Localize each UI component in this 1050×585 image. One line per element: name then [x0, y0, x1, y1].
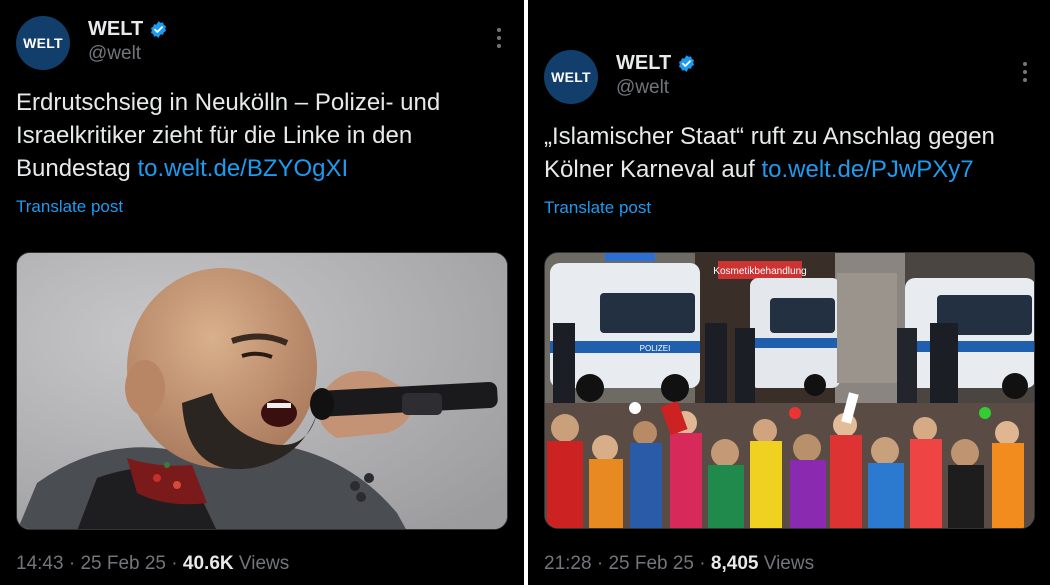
more-options-icon[interactable]	[1022, 62, 1028, 82]
avatar[interactable]: WELT	[544, 50, 598, 104]
post-text: „Islamischer Staat“ ruft zu Anschlag geg…	[528, 120, 1050, 186]
meta-separator: ·	[68, 553, 76, 574]
van-label: POLIZEI	[640, 344, 671, 353]
post-header: WELT WELT @welt	[0, 16, 524, 72]
police-van	[905, 278, 1034, 399]
views-label: Views	[238, 553, 290, 574]
views-count: 40.6K	[182, 553, 234, 574]
meta-separator: ·	[171, 553, 178, 574]
shop-sign: Kosmetikbehandlung	[713, 266, 806, 277]
views-count: 8,405	[710, 553, 759, 574]
post-text: Erdrutschsieg in Neukölln – Polizei- und…	[0, 86, 524, 185]
avatar[interactable]: WELT	[16, 16, 70, 70]
photo-man-singing-microphone	[17, 253, 507, 529]
post-time[interactable]: 21:28	[544, 553, 592, 574]
verified-badge-icon	[679, 55, 695, 72]
post-image[interactable]: Kosmetikbehandlung POLIZEI	[544, 252, 1035, 529]
post-meta: 21:28 · 25 Feb 25 · 8,405 Views	[544, 553, 814, 575]
views-label: Views	[763, 553, 815, 574]
account-name[interactable]: WELT	[88, 18, 143, 41]
post-link[interactable]: to.welt.de/BZYOgXI	[137, 155, 348, 182]
translate-post-link[interactable]: Translate post	[528, 198, 1050, 218]
post-date[interactable]: 25 Feb 25	[80, 553, 166, 574]
post-link[interactable]: to.welt.de/PJwPXy7	[761, 156, 973, 183]
account-handle[interactable]: @welt	[88, 43, 168, 65]
photo-police-vans-carnival-crowd: Kosmetikbehandlung POLIZEI	[545, 253, 1034, 528]
meta-separator: ·	[699, 553, 706, 574]
post-time[interactable]: 14:43	[16, 553, 64, 574]
account-name[interactable]: WELT	[616, 52, 671, 75]
tweet-card-left[interactable]: WELT WELT @welt Erdrutschsieg in Neuköll…	[0, 0, 524, 585]
verified-badge-icon	[151, 21, 167, 38]
post-header: WELT WELT @welt	[528, 50, 1050, 106]
meta-separator: ·	[596, 553, 604, 574]
police-van	[750, 278, 840, 396]
post-meta: 14:43 · 25 Feb 25 · 40.6K Views	[16, 553, 289, 575]
translate-post-link[interactable]: Translate post	[0, 197, 524, 217]
tweet-card-right[interactable]: WELT WELT @welt „Islamischer Staat“ ruft…	[528, 0, 1050, 585]
post-image[interactable]	[16, 252, 508, 530]
account-handle[interactable]: @welt	[616, 77, 696, 99]
more-options-icon[interactable]	[496, 28, 502, 48]
post-date[interactable]: 25 Feb 25	[608, 553, 694, 574]
